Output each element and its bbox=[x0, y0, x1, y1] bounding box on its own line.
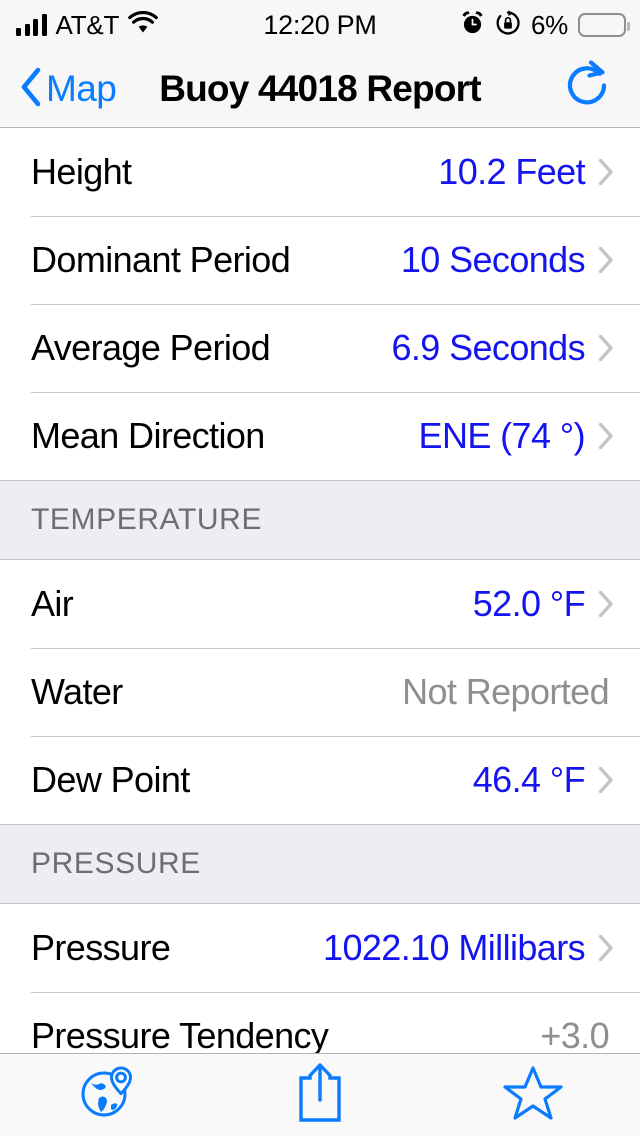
map-button[interactable] bbox=[0, 1054, 213, 1136]
chevron-right-icon bbox=[598, 246, 613, 274]
list-item[interactable]: Pressure 1022.10 Millibars bbox=[0, 904, 640, 992]
list-item-value-group: ENE (74 °) bbox=[419, 392, 640, 480]
share-icon bbox=[293, 1062, 347, 1129]
list-item-label: Water bbox=[31, 671, 123, 712]
list-item[interactable]: Dominant Period 10 Seconds bbox=[0, 216, 640, 304]
list-item-value: Not Reported bbox=[402, 671, 610, 712]
list-item-value-group: Not Reported bbox=[402, 648, 640, 736]
list-item-value-group: 46.4 °F bbox=[473, 736, 640, 824]
list-item-value-group: 10 Seconds bbox=[401, 216, 640, 304]
list-item-value-group: 10.2 Feet bbox=[438, 128, 640, 216]
list-item[interactable]: Mean Direction ENE (74 °) bbox=[0, 392, 640, 480]
list-item-label: Dew Point bbox=[31, 759, 190, 800]
chevron-right-icon bbox=[598, 590, 613, 618]
chevron-right-icon bbox=[598, 934, 613, 962]
alarm-clock-icon bbox=[460, 10, 485, 41]
star-icon bbox=[503, 1064, 563, 1127]
bottom-toolbar bbox=[0, 1053, 640, 1136]
list-item[interactable]: Dew Point 46.4 °F bbox=[0, 736, 640, 824]
chevron-right-icon bbox=[598, 422, 613, 450]
list-item-label: Pressure Tendency bbox=[31, 1015, 329, 1056]
refresh-button[interactable] bbox=[562, 50, 614, 128]
section-header-label: PRESSURE bbox=[31, 847, 201, 880]
chevron-right-icon bbox=[598, 334, 613, 362]
list-item-value-group: 1022.10 Millibars bbox=[323, 904, 640, 992]
list-item-value: 6.9 Seconds bbox=[391, 327, 585, 368]
page-title: Buoy 44018 Report bbox=[159, 68, 481, 109]
refresh-icon bbox=[562, 59, 614, 119]
list-item-value: ENE (74 °) bbox=[418, 415, 586, 456]
list-item-value: 10 Seconds bbox=[400, 239, 586, 280]
share-button[interactable] bbox=[213, 1054, 426, 1136]
status-bar-right: 6% bbox=[460, 9, 630, 41]
list-item[interactable]: Air 52.0 °F bbox=[0, 560, 640, 648]
navigation-bar: Map Buoy 44018 Report bbox=[0, 50, 640, 128]
list-item[interactable]: Average Period 6.9 Seconds bbox=[0, 304, 640, 392]
list-item-value: 52.0 °F bbox=[472, 583, 586, 624]
section-header: PRESSURE bbox=[0, 824, 640, 904]
section-header-label: TEMPERATURE bbox=[31, 503, 263, 536]
section-header: TEMPERATURE bbox=[0, 480, 640, 560]
list-item-label: Mean Direction bbox=[31, 415, 265, 456]
list-item-value-group: 6.9 Seconds bbox=[391, 304, 640, 392]
list-item-label: Air bbox=[31, 583, 74, 624]
list-item-value: 1022.10 Millibars bbox=[323, 927, 586, 968]
list-item-label: Average Period bbox=[31, 327, 271, 368]
globe-pin-icon bbox=[78, 1064, 136, 1127]
app-screen: AT&T 12:20 PM 6% Map Buoy 44018 Report H… bbox=[0, 0, 640, 1136]
list-item-label: Dominant Period bbox=[31, 239, 291, 280]
favorite-button[interactable] bbox=[427, 1054, 640, 1136]
chevron-right-icon bbox=[598, 158, 613, 186]
list-item-value-group: 52.0 °F bbox=[473, 560, 640, 648]
list-item-label: Height bbox=[31, 151, 132, 192]
report-list: Height 10.2 Feet Dominant Period 10 Seconds… bbox=[0, 128, 640, 1080]
list-item[interactable]: Height 10.2 Feet bbox=[0, 128, 640, 216]
list-item-value: 10.2 Feet bbox=[438, 151, 585, 192]
battery-icon bbox=[578, 13, 630, 37]
list-item-value: +3.0 bbox=[540, 1015, 609, 1056]
list-item: Water Not Reported bbox=[0, 648, 640, 736]
status-bar: AT&T 12:20 PM 6% bbox=[0, 0, 640, 50]
rotation-lock-icon bbox=[495, 9, 521, 41]
battery-percent-label: 6% bbox=[531, 9, 568, 40]
list-item-value: 46.4 °F bbox=[472, 759, 586, 800]
chevron-right-icon bbox=[598, 766, 613, 794]
list-item-label: Pressure bbox=[31, 927, 171, 968]
